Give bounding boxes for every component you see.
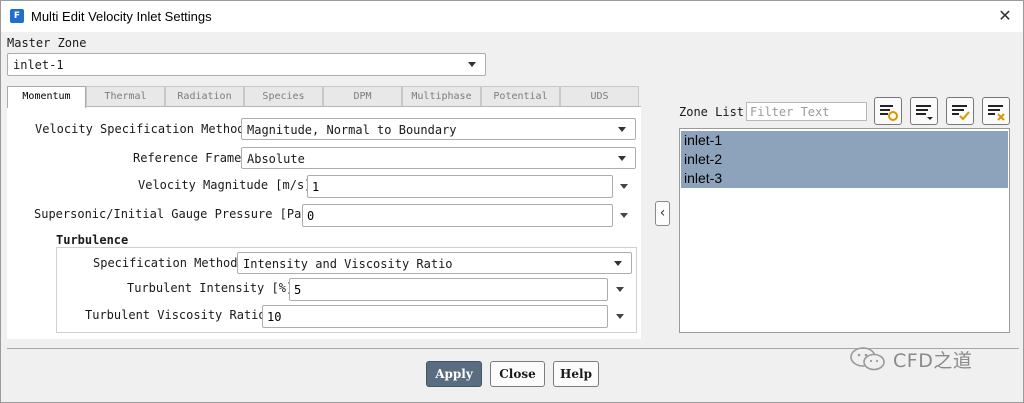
velocity-spec-method-label: Velocity Specification Method [35,122,245,136]
gauge-pressure-field[interactable] [302,204,613,227]
zone-list-item[interactable]: inlet-3 [681,169,1008,188]
close-button[interactable]: Close [490,361,545,387]
dialog-window: F Multi Edit Velocity Inlet Settings ✕ M… [0,0,1024,403]
chevron-down-icon [614,261,622,266]
turbulent-intensity-input[interactable] [290,279,607,300]
collapse-left-icon[interactable]: ‹ [655,201,670,226]
tab-dpm[interactable]: DPM [323,86,402,106]
master-zone-select[interactable]: inlet-1 [7,53,486,76]
velocity-magnitude-label: Velocity Magnitude [m/s] [138,178,312,192]
clear-selection-icon [988,105,1005,121]
turbulence-spec-method-value: Intensity and Viscosity Ratio [243,257,453,271]
deselect-icon [916,105,933,120]
tab-radiation[interactable]: Radiation [165,86,244,106]
chevron-down-icon[interactable] [620,213,628,218]
watermark-text: CFD之道 [893,349,973,372]
zone-filter-input[interactable] [747,103,866,120]
turbulence-spec-method-select[interactable]: Intensity and Viscosity Ratio [237,252,632,274]
velocity-magnitude-field[interactable] [307,175,613,198]
tab-momentum[interactable]: Momentum [7,86,86,108]
select-all-button[interactable] [874,97,902,125]
reference-frame-label: Reference Frame [133,151,242,165]
chevron-down-icon [468,62,476,67]
select-checked-button[interactable] [946,97,974,125]
zone-filter-field[interactable] [746,102,867,121]
select-all-icon [880,105,898,121]
window-title: Multi Edit Velocity Inlet Settings [31,9,212,24]
gauge-pressure-label: Supersonic/Initial Gauge Pressure [Pa] [34,207,309,221]
chevron-down-icon[interactable] [616,287,624,292]
title-bar: F Multi Edit Velocity Inlet Settings ✕ [1,1,1023,32]
tab-strip: Momentum Thermal Radiation Species DPM M… [7,86,641,108]
chevron-down-icon [618,127,626,132]
tab-multiphase[interactable]: Multiphase [402,86,481,106]
tab-thermal[interactable]: Thermal [86,86,165,106]
wechat-icon [850,347,885,371]
tab-uds[interactable]: UDS [560,86,639,106]
turbulence-spec-method-label: Specification Method [93,256,238,270]
close-icon[interactable]: ✕ [995,6,1015,26]
zone-list-item[interactable]: inlet-1 [681,131,1008,150]
reference-frame-select[interactable]: Absolute [241,147,636,169]
zone-list-item[interactable]: inlet-2 [681,150,1008,169]
chevron-down-icon[interactable] [616,314,624,319]
tab-species[interactable]: Species [244,86,323,106]
turbulent-viscosity-ratio-label: Turbulent Viscosity Ratio [85,308,266,322]
deselect-button[interactable] [910,97,938,125]
chevron-down-icon [618,156,626,161]
turbulent-viscosity-ratio-input[interactable] [263,306,607,327]
tab-potential[interactable]: Potential [481,86,560,106]
master-zone-value: inlet-1 [13,58,64,72]
reference-frame-value: Absolute [247,152,305,166]
zone-list[interactable]: inlet-1 inlet-2 inlet-3 [679,128,1010,333]
velocity-spec-method-select[interactable]: Magnitude, Normal to Boundary [241,118,636,140]
master-zone-label: Master Zone [7,36,87,50]
fluent-app-icon: F [10,9,24,23]
watermark: CFD之道 [849,345,972,373]
clear-selection-button[interactable] [982,97,1010,125]
velocity-spec-method-value: Magnitude, Normal to Boundary [247,123,457,137]
select-checked-icon [952,105,970,121]
gauge-pressure-input[interactable] [303,205,612,226]
turbulent-intensity-label: Turbulent Intensity [%] [127,281,294,295]
turbulent-intensity-field[interactable] [289,278,608,301]
turbulent-viscosity-ratio-field[interactable] [262,305,608,328]
turbulence-group-title: Turbulence [56,233,129,247]
help-button[interactable]: Help [553,361,599,387]
velocity-magnitude-input[interactable] [308,176,612,197]
apply-button[interactable]: Apply [426,361,482,387]
zone-list-label: Zone List [679,105,745,119]
chevron-down-icon[interactable] [620,184,628,189]
